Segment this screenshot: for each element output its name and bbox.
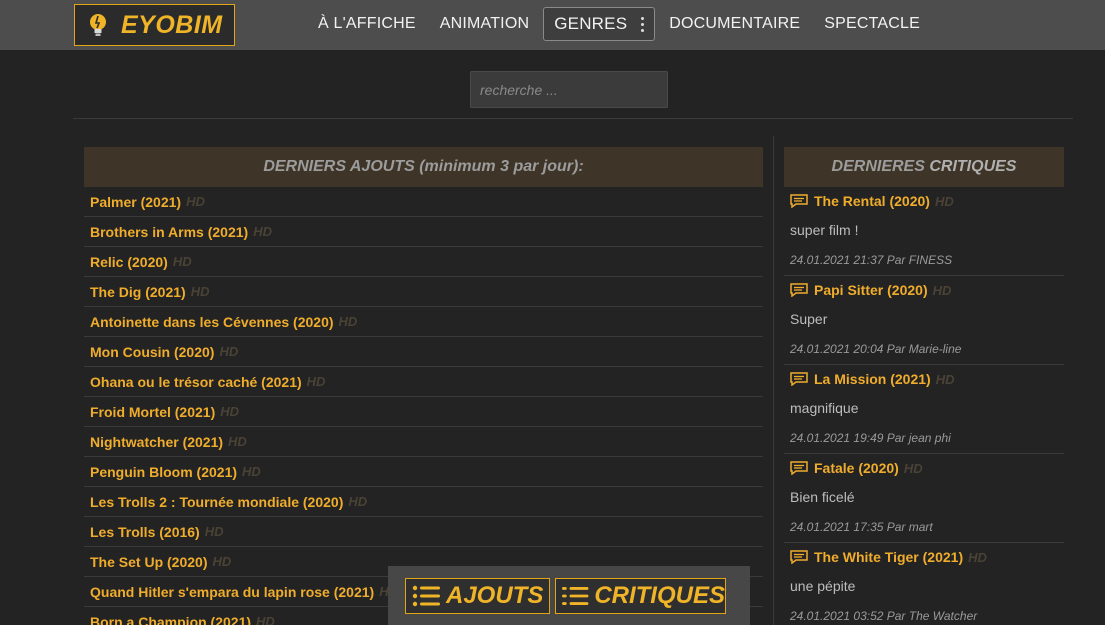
- review-item: La Mission (2021) HD magnifique 24.01.202…: [784, 365, 1064, 454]
- movie-title[interactable]: Born a Champion (2021): [90, 614, 251, 625]
- hd-badge: HD: [190, 284, 210, 299]
- review-comment: Super: [790, 311, 828, 327]
- hd-badge: HD: [219, 344, 239, 359]
- review-comment: magnifique: [790, 400, 859, 416]
- floating-section-bar: AJOUTS CRITIQUES: [388, 566, 750, 625]
- nav-a-laffiche[interactable]: À L'AFFICHE: [306, 7, 428, 41]
- review-meta: 24.01.2021 20:04 Par Marie-line: [790, 342, 962, 356]
- review-item: Fatale (2020) HD Bien ficelé 24.01.2021 1…: [784, 454, 1064, 543]
- movie-title[interactable]: Penguin Bloom (2021): [90, 464, 237, 480]
- hd-badge: HD: [903, 460, 923, 476]
- nav-documentaire[interactable]: DOCUMENTAIRE: [657, 7, 812, 41]
- nav-spectacle[interactable]: SPECTACLE: [812, 7, 932, 41]
- movie-title[interactable]: The Dig (2021): [90, 284, 186, 300]
- hd-badge: HD: [932, 282, 952, 298]
- hd-badge: HD: [220, 404, 240, 419]
- list-item[interactable]: Les Trolls (2016) HD: [84, 517, 763, 547]
- lightbulb-icon: [90, 14, 106, 36]
- review-meta: 24.01.2021 21:37 Par FINESS: [790, 253, 953, 267]
- nav-genres-dropdown[interactable]: GENRES: [543, 7, 656, 41]
- list-icon: [412, 585, 440, 607]
- review-movie-title[interactable]: Papi Sitter (2020): [814, 282, 928, 298]
- ajouts-label: AJOUTS: [446, 582, 544, 609]
- list-item[interactable]: Relic (2020) HD: [84, 247, 763, 277]
- list-item[interactable]: Mon Cousin (2020) HD: [84, 337, 763, 367]
- review-comment: Bien ficelé: [790, 489, 855, 505]
- list-item[interactable]: Brothers in Arms (2021) HD: [84, 217, 763, 247]
- list-item[interactable]: Penguin Bloom (2021) HD: [84, 457, 763, 487]
- latest-reviews-heading-a: DERNIERES: [831, 158, 925, 175]
- hd-badge: HD: [186, 194, 205, 209]
- brand-name: EYOBIM: [121, 10, 223, 39]
- latest-additions-heading: DERNIERS AJOUTS (minimum 3 par jour):: [84, 147, 763, 187]
- latest-reviews-list: The Rental (2020) HD super film ! 24.01.2…: [784, 187, 1064, 625]
- review-item: Papi Sitter (2020) HD Super 24.01.2021 20…: [784, 276, 1064, 365]
- list-item[interactable]: Froid Mortel (2021) HD: [84, 397, 763, 427]
- list-item[interactable]: Nightwatcher (2021) HD: [84, 427, 763, 457]
- movie-title[interactable]: Les Trolls 2 : Tournée mondiale (2020): [90, 494, 343, 510]
- review-meta: 24.01.2021 03:52 Par The Watcher: [790, 609, 978, 623]
- comment-icon: [790, 461, 808, 475]
- hd-badge: HD: [212, 554, 232, 569]
- comment-icon: [790, 283, 808, 297]
- movie-title[interactable]: Antoinette dans les Cévennes (2020): [90, 314, 334, 330]
- latest-additions-list: Palmer (2021) HD Brothers in Arms (2021) H…: [84, 187, 763, 625]
- list-icon: [562, 587, 589, 605]
- review-meta: 24.01.2021 19:49 Par jean phi: [790, 431, 951, 445]
- search-input[interactable]: [470, 71, 668, 108]
- review-movie-title[interactable]: La Mission (2021): [814, 371, 931, 387]
- movie-title[interactable]: Nightwatcher (2021): [90, 434, 223, 450]
- hd-badge: HD: [968, 549, 987, 565]
- divider: [73, 118, 1073, 119]
- review-comment: une pépite: [790, 578, 856, 594]
- review-movie-title[interactable]: The Rental (2020): [814, 193, 930, 209]
- column-divider: [773, 136, 774, 625]
- list-item[interactable]: Palmer (2021) HD: [84, 187, 763, 217]
- ajouts-button[interactable]: AJOUTS: [405, 578, 550, 614]
- list-item[interactable]: Les Trolls 2 : Tournée mondiale (2020) HD: [84, 487, 763, 517]
- hd-badge: HD: [348, 494, 368, 509]
- hd-badge: HD: [338, 314, 358, 329]
- nav-genres-label: GENRES: [554, 14, 628, 33]
- nav-animation[interactable]: ANIMATION: [428, 7, 542, 41]
- movie-title[interactable]: Ohana ou le trésor caché (2021): [90, 374, 302, 390]
- movie-title[interactable]: Palmer (2021): [90, 194, 181, 210]
- movie-title[interactable]: Froid Mortel (2021): [90, 404, 215, 420]
- review-item: The Rental (2020) HD super film ! 24.01.2…: [784, 187, 1064, 276]
- review-movie-title[interactable]: Fatale (2020): [814, 460, 899, 476]
- review-movie-title[interactable]: The White Tiger (2021): [814, 549, 963, 565]
- main-nav: À L'AFFICHE ANIMATION GENRES DOCUMENTAIR…: [306, 7, 932, 41]
- critiques-button[interactable]: CRITIQUES: [555, 578, 726, 614]
- comment-icon: [790, 550, 808, 564]
- hd-badge: HD: [204, 524, 224, 539]
- hd-badge: HD: [256, 614, 275, 625]
- hd-badge: HD: [253, 224, 272, 239]
- list-item[interactable]: The Dig (2021) HD: [84, 277, 763, 307]
- list-item[interactable]: Antoinette dans les Cévennes (2020) HD: [84, 307, 763, 337]
- latest-reviews-heading: DERNIERES CRITIQUES: [784, 147, 1064, 187]
- comment-icon: [790, 194, 808, 208]
- comment-icon: [790, 372, 808, 386]
- hd-badge: HD: [172, 254, 192, 269]
- movie-title[interactable]: Les Trolls (2016): [90, 524, 200, 540]
- critiques-label: CRITIQUES: [594, 582, 725, 609]
- movie-title[interactable]: Quand Hitler s'empara du lapin rose (202…: [90, 584, 374, 600]
- list-item[interactable]: Ohana ou le trésor caché (2021) HD: [84, 367, 763, 397]
- hd-badge: HD: [306, 374, 326, 389]
- hd-badge: HD: [242, 464, 261, 479]
- site-logo[interactable]: EYOBIM: [74, 4, 235, 46]
- hd-badge: HD: [228, 434, 247, 449]
- hd-badge: HD: [935, 371, 955, 387]
- more-vertical-icon: [641, 16, 645, 32]
- top-navbar: EYOBIM À L'AFFICHE ANIMATION GENRES DOCU…: [0, 0, 1105, 50]
- hd-badge: HD: [934, 193, 954, 209]
- review-meta: 24.01.2021 17:35 Par mart: [790, 520, 933, 534]
- review-comment: super film !: [790, 222, 859, 238]
- movie-title[interactable]: The Set Up (2020): [90, 554, 207, 570]
- movie-title[interactable]: Relic (2020): [90, 254, 168, 270]
- review-item: The White Tiger (2021) HD une pépite 24.0…: [784, 543, 1064, 625]
- movie-title[interactable]: Mon Cousin (2020): [90, 344, 214, 360]
- movie-title[interactable]: Brothers in Arms (2021): [90, 224, 248, 240]
- latest-reviews-heading-b: CRITIQUES: [929, 158, 1017, 175]
